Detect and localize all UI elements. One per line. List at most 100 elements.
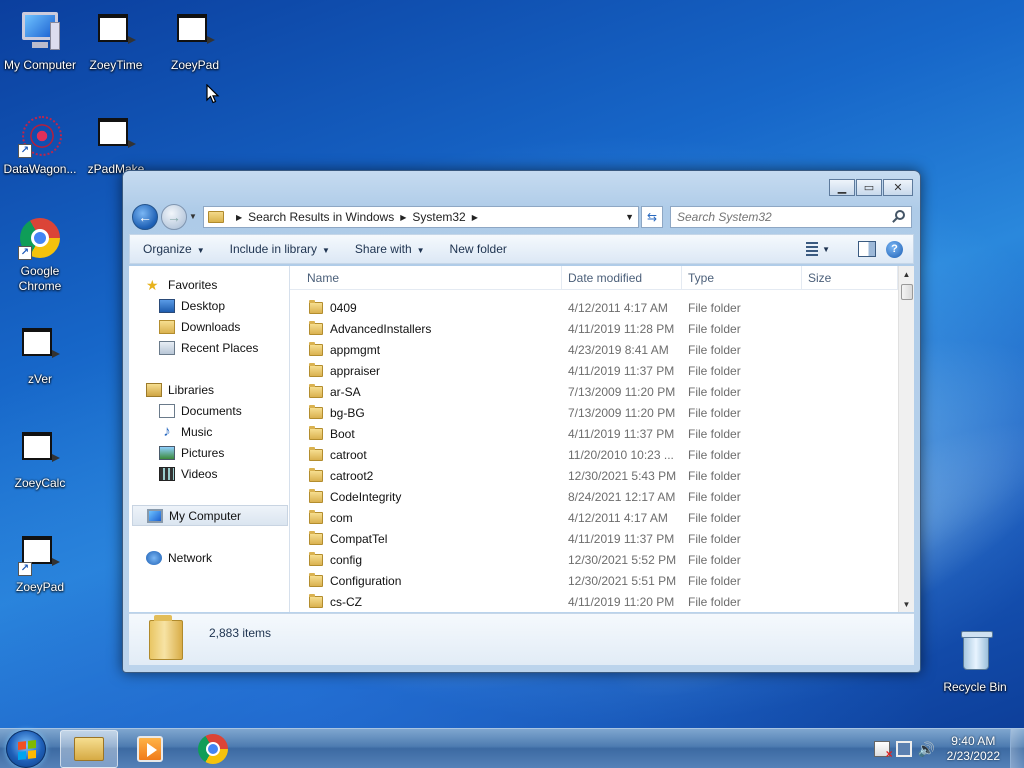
file-date: 12/30/2021 5:43 PM: [568, 468, 677, 483]
network-icon[interactable]: [895, 741, 912, 757]
column-size[interactable]: Size: [802, 266, 898, 290]
nav-label: Libraries: [168, 382, 215, 397]
share-with-button[interactable]: Share with ▼: [342, 242, 437, 256]
nav-my-computer[interactable]: My Computer: [132, 505, 288, 526]
address-bar[interactable]: ▶ Search Results in Windows ▶ System32 ▶…: [203, 206, 639, 228]
volume-icon[interactable]: 🔊: [918, 741, 935, 757]
desktop-icon-my-computer[interactable]: My Computer: [0, 8, 80, 73]
back-button[interactable]: ←: [132, 204, 158, 230]
close-button[interactable]: ✕: [883, 179, 913, 196]
desktop-icon-zoeypad[interactable]: ZoeyPad: [155, 8, 235, 73]
table-row[interactable]: appmgmt 4/23/2019 8:41 AM File folder: [290, 339, 898, 360]
new-folder-button[interactable]: New folder: [437, 242, 519, 256]
help-icon[interactable]: ?: [886, 240, 903, 258]
desktop-icon-zoeycalc[interactable]: ZoeyCalc: [0, 426, 80, 491]
table-row[interactable]: Boot 4/11/2019 11:37 PM File folder: [290, 423, 898, 444]
folder-icon: [309, 551, 323, 566]
breadcrumb-separator-icon[interactable]: ▶: [236, 213, 242, 222]
table-row[interactable]: ar-SA 7/13/2009 11:20 PM File folder: [290, 381, 898, 402]
column-date-modified[interactable]: Date modified: [562, 266, 682, 290]
folder-icon: [309, 530, 323, 545]
table-row[interactable]: com 4/12/2011 4:17 AM File folder: [290, 507, 898, 528]
maximize-icon: ▭: [863, 182, 875, 194]
organize-button[interactable]: Organize ▼: [130, 242, 217, 256]
desktop-icon-zoeypad-shortcut[interactable]: ↗ ZoeyPad: [0, 530, 80, 595]
search-input[interactable]: [670, 206, 912, 228]
explorer-window[interactable]: ▁ ▭ ✕ ← → ▼ ▶ Search Results in Windows …: [122, 170, 921, 673]
column-type[interactable]: Type: [682, 266, 802, 290]
file-name: CodeIntegrity: [330, 489, 402, 504]
desktop-icon-recycle-bin[interactable]: Recycle Bin: [935, 630, 1015, 695]
chevron-down-icon: ▼: [189, 212, 197, 221]
recent-pages-button[interactable]: ▼: [189, 212, 197, 221]
clock[interactable]: 9:40 AM 2/23/2022: [947, 734, 1000, 764]
file-name: 0409: [330, 300, 357, 315]
action-center-flag-icon[interactable]: [873, 741, 893, 761]
desktop-icon-label: zVer: [27, 372, 52, 386]
file-date: 7/13/2009 11:20 PM: [568, 384, 676, 399]
maximize-button[interactable]: ▭: [856, 179, 882, 196]
desktop-icon-zpadmake[interactable]: zPadMake: [76, 112, 156, 177]
table-row[interactable]: CodeIntegrity 8/24/2021 12:17 AM File fo…: [290, 486, 898, 507]
desktop-icon-zver[interactable]: zVer: [0, 322, 80, 387]
start-button[interactable]: [6, 730, 46, 768]
show-desktop-button[interactable]: [1010, 729, 1024, 768]
desktop-icon-zoeytime[interactable]: ZoeyTime: [76, 8, 156, 73]
file-date: 4/11/2019 11:37 PM: [568, 363, 675, 378]
taskbar-chrome-button[interactable]: [184, 730, 242, 768]
desktop-icon-google-chrome[interactable]: ↗ Google Chrome: [0, 214, 80, 294]
file-date: 4/11/2019 11:20 PM: [568, 594, 675, 609]
scroll-up-icon[interactable]: ▲: [899, 266, 914, 282]
nav-label: Recent Places: [181, 340, 259, 355]
chevron-down-icon[interactable]: ▼: [822, 245, 830, 254]
nav-network[interactable]: Network: [146, 547, 306, 568]
table-row[interactable]: CompatTel 4/11/2019 11:37 PM File folder: [290, 528, 898, 549]
shortcut-arrow-icon: ↗: [18, 144, 32, 158]
table-row[interactable]: bg-BG 7/13/2009 11:20 PM File folder: [290, 402, 898, 423]
clock-date: 2/23/2022: [946, 749, 1000, 763]
table-row[interactable]: 0409 4/12/2011 4:17 AM File folder: [290, 297, 898, 318]
nav-favorites[interactable]: ★ Favorites: [146, 274, 306, 295]
desktop-icon-datawagon[interactable]: ↗ DataWagon...: [0, 112, 80, 177]
taskbar-media-player-button[interactable]: [121, 730, 179, 768]
breadcrumb-item[interactable]: Search Results in Windows: [248, 210, 394, 224]
preview-pane-button[interactable]: [858, 241, 876, 257]
scrollbar-thumb[interactable]: [901, 284, 913, 300]
table-row[interactable]: config 12/30/2021 5:52 PM File folder: [290, 549, 898, 570]
table-row[interactable]: catroot2 12/30/2021 5:43 PM File folder: [290, 465, 898, 486]
change-view-button[interactable]: [806, 242, 819, 256]
file-name: catroot2: [330, 468, 374, 483]
file-date: 4/23/2019 8:41 AM: [568, 342, 669, 357]
search-icon[interactable]: [895, 210, 905, 220]
windows-logo-icon: [18, 740, 36, 760]
file-date: 4/12/2011 4:17 AM: [568, 300, 668, 315]
desktop-icon-label: Google Chrome: [18, 264, 62, 293]
taskbar-explorer-button[interactable]: [60, 730, 118, 768]
file-name: catroot: [330, 447, 367, 462]
vertical-scrollbar[interactable]: ▲ ▼: [898, 266, 914, 612]
breadcrumb-item[interactable]: System32: [412, 210, 465, 224]
shortcut-arrow-icon: ↗: [18, 562, 32, 576]
music-note-icon: ♪: [163, 422, 171, 440]
breadcrumb-separator-icon[interactable]: ▶: [400, 213, 406, 222]
clock-time: 9:40 AM: [951, 734, 996, 748]
forward-button[interactable]: →: [161, 204, 187, 230]
refresh-button[interactable]: ⇆: [641, 206, 663, 228]
table-row[interactable]: Configuration 12/30/2021 5:51 PM File fo…: [290, 570, 898, 591]
column-name[interactable]: Name: [290, 266, 562, 290]
datawagon-icon: ↗: [16, 112, 64, 160]
address-dropdown-icon[interactable]: ▼: [625, 212, 634, 222]
details-pane: 2,883 items: [129, 613, 914, 665]
table-row[interactable]: AdvancedInstallers 4/11/2019 11:28 PM Fi…: [290, 318, 898, 339]
scroll-down-icon[interactable]: ▼: [899, 596, 914, 612]
include-in-library-button[interactable]: Include in library ▼: [217, 242, 342, 256]
breadcrumb-separator-icon[interactable]: ▶: [472, 213, 478, 222]
minimize-button[interactable]: ▁: [829, 179, 855, 196]
computer-icon: [16, 8, 64, 56]
table-row[interactable]: appraiser 4/11/2019 11:37 PM File folder: [290, 360, 898, 381]
command-bar-right: ▼ ?: [806, 240, 913, 258]
table-row[interactable]: catroot 11/20/2010 10:23 ... File folder: [290, 444, 898, 465]
table-row[interactable]: cs-CZ 4/11/2019 11:20 PM File folder: [290, 591, 898, 612]
caption-buttons: ▁ ▭ ✕: [828, 179, 913, 196]
nav-libraries[interactable]: Libraries: [146, 379, 306, 400]
